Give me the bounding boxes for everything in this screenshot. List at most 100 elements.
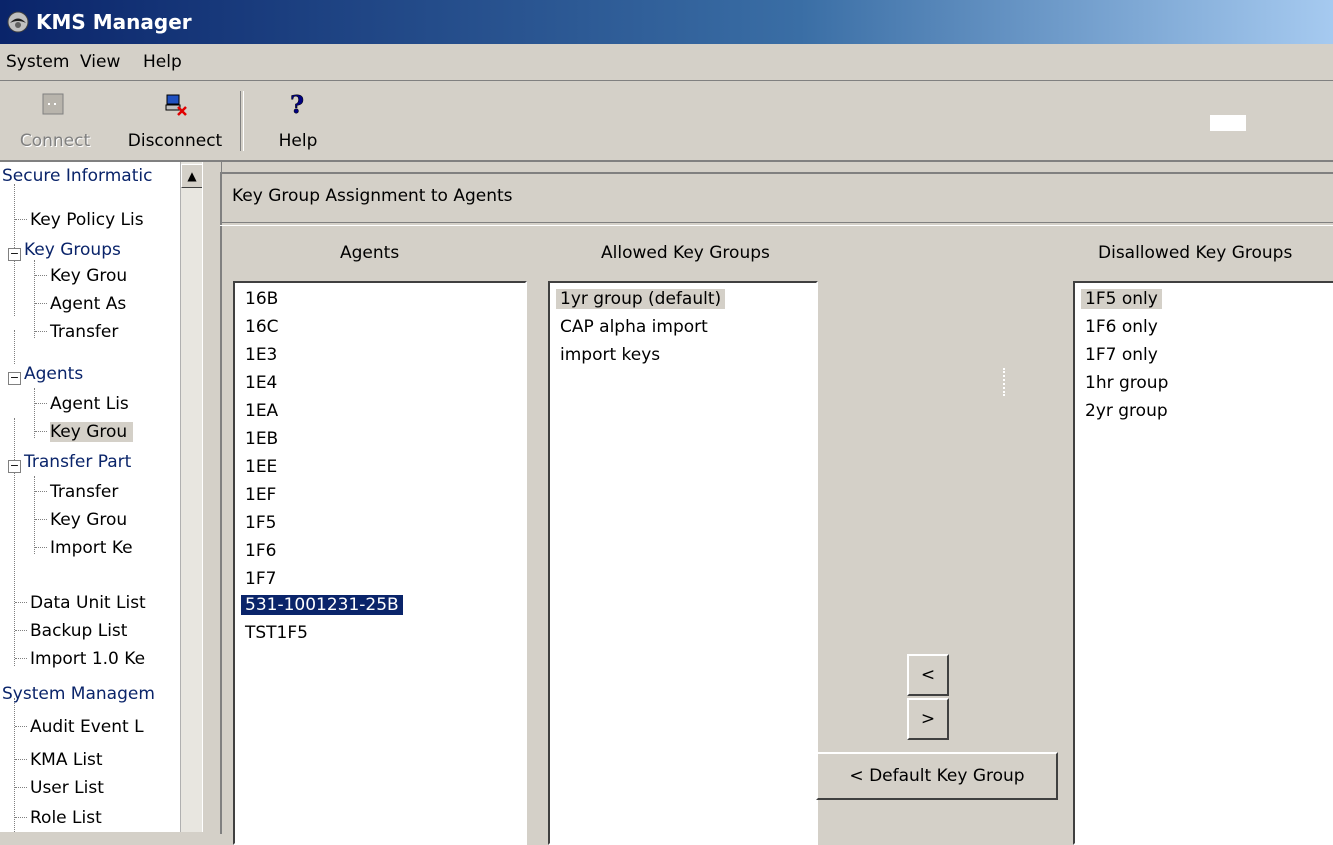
connect-icon xyxy=(42,93,64,115)
tree-connector xyxy=(15,759,27,760)
list-item[interactable]: import keys xyxy=(560,345,660,365)
tree-connector xyxy=(34,260,35,338)
tree-connector xyxy=(15,726,27,727)
list-item[interactable]: TST1F5 xyxy=(245,623,308,643)
list-item[interactable]: CAP alpha import xyxy=(560,317,708,337)
tree-item-key-policy-list[interactable]: Key Policy Lis xyxy=(30,210,144,230)
disconnect-icon xyxy=(165,94,187,116)
connect-button[interactable]: Connect xyxy=(0,81,110,160)
list-item[interactable]: 16B xyxy=(245,289,278,309)
panel-divider xyxy=(220,222,1333,226)
tree-connector xyxy=(14,698,15,832)
list-item-focused[interactable]: 1F5 only xyxy=(1081,289,1162,309)
agents-header: Agents xyxy=(340,243,400,263)
tree-item-backup-list[interactable]: Backup List xyxy=(30,621,127,641)
menu-help[interactable]: Help xyxy=(143,52,182,72)
tree-item-key-groups[interactable]: Key Groups xyxy=(24,240,121,260)
connect-label: Connect xyxy=(19,131,91,151)
navigation-tree: − − − Secure Informatic Key Policy Lis K… xyxy=(0,162,180,832)
list-item[interactable]: 1E3 xyxy=(245,345,277,365)
list-item[interactable]: 16C xyxy=(245,317,279,337)
tree-item-data-unit-list[interactable]: Data Unit List xyxy=(30,593,146,613)
tree-connector xyxy=(15,219,27,220)
tree-connector xyxy=(35,403,47,404)
list-item[interactable]: 1F6 xyxy=(245,541,276,561)
disconnect-button[interactable]: Disconnect xyxy=(120,81,230,160)
toolbar-indicator xyxy=(1210,115,1246,131)
list-item[interactable]: 1F6 only xyxy=(1085,317,1158,337)
list-item[interactable]: 1F7 only xyxy=(1085,345,1158,365)
allowed-key-groups-header: Allowed Key Groups xyxy=(601,243,770,263)
tree-item-system-management[interactable]: System Managem xyxy=(2,684,155,704)
tree-item-transfer[interactable]: Transfer xyxy=(50,322,118,342)
tree-item-import-keys[interactable]: Import Ke xyxy=(50,538,133,558)
default-key-group-button[interactable]: < Default Key Group xyxy=(816,752,1058,800)
allowed-key-groups-list[interactable]: 1yr group (default) CAP alpha import imp… xyxy=(548,281,818,845)
tree-item-key-group-assignment[interactable]: Key Grou xyxy=(50,422,134,442)
list-item[interactable]: 1EA xyxy=(245,401,278,421)
help-button[interactable]: ? Help xyxy=(268,81,328,160)
scroll-up-icon[interactable]: ▲ xyxy=(181,164,203,188)
list-item[interactable]: 1EF xyxy=(245,485,276,505)
tree-item-agents[interactable]: Agents xyxy=(24,364,83,384)
disconnect-label: Disconnect xyxy=(127,131,223,151)
tree-item-import-1-0-keys[interactable]: Import 1.0 Ke xyxy=(30,649,145,669)
list-item[interactable]: 1hr group xyxy=(1085,373,1168,393)
collapse-agents-icon[interactable]: − xyxy=(8,372,21,385)
list-item[interactable]: 1E4 xyxy=(245,373,277,393)
tree-item-agent-list[interactable]: Agent Lis xyxy=(50,394,129,414)
help-icon: ? xyxy=(290,91,305,117)
tree-connector xyxy=(15,602,27,603)
tree-item-audit-event-list[interactable]: Audit Event L xyxy=(30,717,144,737)
tree-connector xyxy=(35,431,47,432)
disallowed-key-groups-header: Disallowed Key Groups xyxy=(1098,243,1293,263)
tree-connector xyxy=(35,547,47,548)
toolbar: Connect Disconnect ? Help xyxy=(0,81,1333,162)
collapse-key-groups-icon[interactable]: − xyxy=(8,248,21,261)
tree-item-agent-assignment[interactable]: Agent As xyxy=(50,294,126,314)
tree-connector xyxy=(14,418,15,666)
tree-item-key-group-transfer[interactable]: Key Grou xyxy=(50,510,127,530)
move-to-disallowed-button[interactable]: > xyxy=(907,698,949,740)
list-item[interactable]: 1F7 xyxy=(245,569,276,589)
agents-list[interactable]: 16B 16C 1E3 1E4 1EA 1EB 1EE 1EF 1F5 1F6 … xyxy=(233,281,527,845)
menu-system[interactable]: System xyxy=(6,52,69,72)
tree-connector xyxy=(35,331,47,332)
menu-view[interactable]: View xyxy=(80,52,120,72)
tree-item-kma-list[interactable]: KMA List xyxy=(30,750,103,770)
tree-item-role-list[interactable]: Role List xyxy=(30,808,102,828)
tree-connector xyxy=(34,476,35,554)
list-item[interactable]: 1F5 xyxy=(245,513,276,533)
tree-connector xyxy=(35,519,47,520)
tree-connector xyxy=(15,630,27,631)
toolbar-separator xyxy=(240,91,244,151)
panel-title: Key Group Assignment to Agents xyxy=(232,186,513,206)
svg-text:?: ? xyxy=(290,91,304,117)
kms-app-icon xyxy=(7,11,29,33)
tree-connector xyxy=(14,330,15,364)
tree-connector xyxy=(35,275,47,276)
tree-item-key-group-list[interactable]: Key Grou xyxy=(50,266,127,286)
list-item[interactable]: 2yr group xyxy=(1085,401,1168,421)
tree-item-user-list[interactable]: User List xyxy=(30,778,104,798)
list-item-selected[interactable]: 531-1001231-25B xyxy=(241,595,403,615)
tree-item-secure-information[interactable]: Secure Informatic xyxy=(2,166,152,186)
disallowed-key-groups-list[interactable]: 1F5 only 1F6 only 1F7 only 1hr group 2yr… xyxy=(1073,281,1333,845)
tree-item-transfer-partners[interactable]: Transfer Part xyxy=(24,452,131,472)
help-label: Help xyxy=(278,131,318,151)
move-to-allowed-button[interactable]: < xyxy=(907,654,949,696)
tree-connector xyxy=(15,787,27,788)
tree-scrollbar[interactable]: ▲ xyxy=(180,162,203,832)
list-item[interactable]: 1EE xyxy=(245,457,277,477)
tree-item-transfer-partner-list[interactable]: Transfer xyxy=(50,482,118,502)
tree-connector xyxy=(15,658,27,659)
tree-connector xyxy=(35,303,47,304)
list-item[interactable]: 1EB xyxy=(245,429,278,449)
panel-splitter[interactable] xyxy=(202,162,222,832)
title-bar: KMS Manager xyxy=(0,0,1333,44)
list-item-default[interactable]: 1yr group (default) xyxy=(556,289,726,309)
window-title: KMS Manager xyxy=(36,10,192,34)
menu-bar: System View Help xyxy=(0,44,1333,81)
collapse-transfer-partners-icon[interactable]: − xyxy=(8,460,21,473)
focus-marker xyxy=(1003,368,1007,396)
